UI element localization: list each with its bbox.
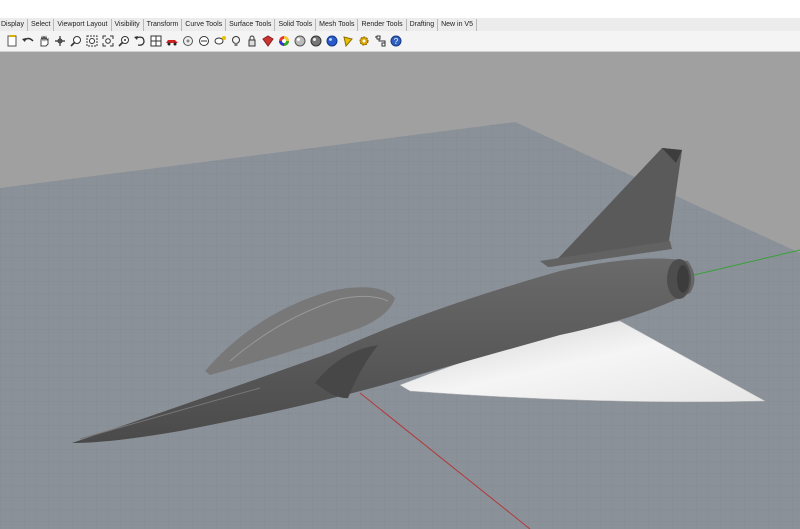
pan-hand-icon[interactable] bbox=[37, 34, 51, 48]
tab-viewport-layout[interactable]: Viewport Layout bbox=[54, 18, 112, 31]
tab-solid-tools[interactable]: Solid Tools bbox=[275, 18, 317, 31]
zoom-window-icon[interactable] bbox=[85, 34, 99, 48]
toolbar-tabs: Display Select Viewport Layout Visibilit… bbox=[0, 18, 800, 32]
color-wheel-icon[interactable] bbox=[277, 34, 291, 48]
rotate-view-icon[interactable] bbox=[53, 34, 67, 48]
blue-sphere-icon[interactable] bbox=[325, 34, 339, 48]
rendered-sphere-icon[interactable] bbox=[309, 34, 323, 48]
zoom-selected-icon[interactable] bbox=[117, 34, 131, 48]
tab-render-tools[interactable]: Render Tools bbox=[358, 18, 407, 31]
tab-new-in-v5[interactable]: New in V5 bbox=[438, 18, 477, 31]
tab-select[interactable]: Select bbox=[28, 18, 55, 31]
shaded-icon[interactable] bbox=[261, 34, 275, 48]
material-icon[interactable] bbox=[341, 34, 355, 48]
svg-text:?: ? bbox=[394, 37, 399, 46]
tab-surface-tools[interactable]: Surface Tools bbox=[226, 18, 276, 31]
car-icon[interactable] bbox=[165, 34, 179, 48]
layer-icon[interactable] bbox=[197, 34, 211, 48]
title-strip bbox=[0, 0, 800, 19]
perspective-viewport[interactable] bbox=[0, 53, 800, 529]
object-properties-icon[interactable] bbox=[181, 34, 195, 48]
gear-settings-icon[interactable] bbox=[357, 34, 371, 48]
standard-toolbar: ? bbox=[0, 31, 800, 52]
new-file-icon[interactable] bbox=[5, 34, 19, 48]
zoom-icon[interactable] bbox=[69, 34, 83, 48]
zoom-extents-icon[interactable] bbox=[101, 34, 115, 48]
lock-icon[interactable] bbox=[245, 34, 259, 48]
named-view-icon[interactable] bbox=[213, 34, 227, 48]
undo-icon[interactable] bbox=[21, 34, 35, 48]
options-icon[interactable] bbox=[373, 34, 387, 48]
tab-display[interactable]: Display bbox=[0, 18, 28, 31]
tab-curve-tools[interactable]: Curve Tools bbox=[182, 18, 227, 31]
help-icon[interactable]: ? bbox=[389, 34, 403, 48]
render-sphere-icon[interactable] bbox=[293, 34, 307, 48]
tab-transform[interactable]: Transform bbox=[144, 18, 183, 31]
light-bulb-icon[interactable] bbox=[229, 34, 243, 48]
tab-drafting[interactable]: Drafting bbox=[407, 18, 439, 31]
tab-visibility[interactable]: Visibility bbox=[112, 18, 144, 31]
undo-view-icon[interactable] bbox=[133, 34, 147, 48]
tab-mesh-tools[interactable]: Mesh Tools bbox=[316, 18, 359, 31]
four-viewports-icon[interactable] bbox=[149, 34, 163, 48]
